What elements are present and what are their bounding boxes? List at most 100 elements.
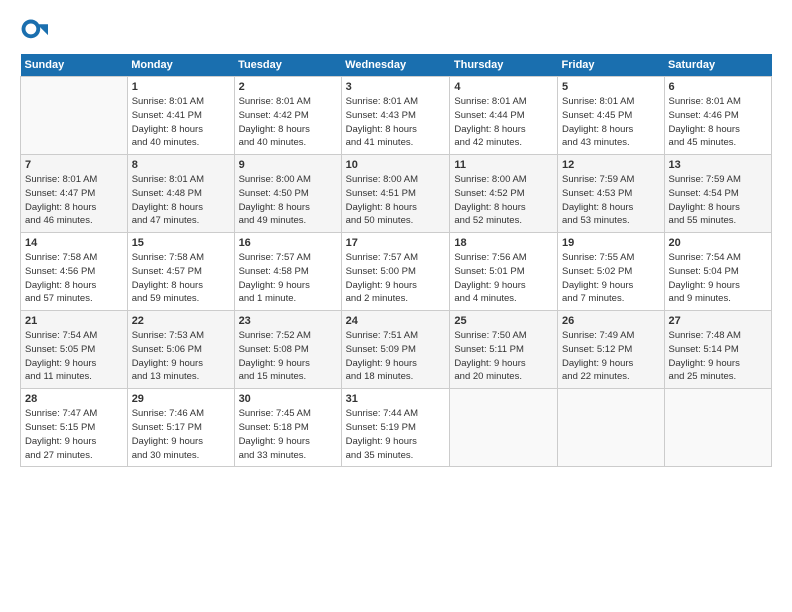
- calendar-cell: 15 Sunrise: 7:58 AM Sunset: 4:57 PM Dayli…: [127, 233, 234, 311]
- calendar-cell: 16 Sunrise: 7:57 AM Sunset: 4:58 PM Dayli…: [234, 233, 341, 311]
- day-info: Sunrise: 7:58 AM Sunset: 4:57 PM Dayligh…: [132, 251, 230, 306]
- calendar-cell: 13 Sunrise: 7:59 AM Sunset: 4:54 PM Dayli…: [664, 155, 771, 233]
- day-info: Sunrise: 8:00 AM Sunset: 4:52 PM Dayligh…: [454, 173, 553, 228]
- day-info: Sunrise: 7:54 AM Sunset: 5:04 PM Dayligh…: [669, 251, 767, 306]
- header: [20, 18, 772, 46]
- col-header-thursday: Thursday: [450, 54, 558, 77]
- calendar-cell: 18Sunrise: 7:56 AM Sunset: 5:01 PM Dayli…: [450, 233, 558, 311]
- day-info: Sunrise: 8:01 AM Sunset: 4:46 PM Dayligh…: [669, 95, 767, 150]
- day-info: Sunrise: 7:45 AM Sunset: 5:18 PM Dayligh…: [239, 407, 337, 462]
- calendar-cell: 19 Sunrise: 7:55 AM Sunset: 5:02 PM Dayli…: [558, 233, 665, 311]
- day-number: 24: [346, 315, 446, 327]
- day-number: 1: [132, 81, 230, 93]
- week-row-2: 7Sunrise: 8:01 AM Sunset: 4:47 PM Daylig…: [21, 155, 772, 233]
- calendar-cell: 22 Sunrise: 7:53 AM Sunset: 5:06 PM Dayli…: [127, 311, 234, 389]
- day-number: 25: [454, 315, 553, 327]
- day-info: Sunrise: 7:57 AM Sunset: 5:00 PM Dayligh…: [346, 251, 446, 306]
- day-number: 5: [562, 81, 660, 93]
- calendar-cell: 25 Sunrise: 7:50 AM Sunset: 5:11 PM Dayli…: [450, 311, 558, 389]
- day-info: Sunrise: 8:00 AM Sunset: 4:50 PM Dayligh…: [239, 173, 337, 228]
- day-info: Sunrise: 7:57 AM Sunset: 4:58 PM Dayligh…: [239, 251, 337, 306]
- day-info: Sunrise: 7:46 AM Sunset: 5:17 PM Dayligh…: [132, 407, 230, 462]
- week-row-1: 1Sunrise: 8:01 AM Sunset: 4:41 PM Daylig…: [21, 77, 772, 155]
- day-info: Sunrise: 7:50 AM Sunset: 5:11 PM Dayligh…: [454, 329, 553, 384]
- calendar-cell: 2 Sunrise: 8:01 AM Sunset: 4:42 PM Daylig…: [234, 77, 341, 155]
- col-header-monday: Monday: [127, 54, 234, 77]
- calendar-cell: 21 Sunrise: 7:54 AM Sunset: 5:05 PM Dayli…: [21, 311, 128, 389]
- day-info: Sunrise: 7:44 AM Sunset: 5:19 PM Dayligh…: [346, 407, 446, 462]
- day-number: 26: [562, 315, 660, 327]
- day-number: 11: [454, 159, 553, 171]
- calendar-cell: 11 Sunrise: 8:00 AM Sunset: 4:52 PM Dayli…: [450, 155, 558, 233]
- week-row-3: 14Sunrise: 7:58 AM Sunset: 4:56 PM Dayli…: [21, 233, 772, 311]
- calendar-cell: 6Sunrise: 8:01 AM Sunset: 4:46 PM Daylig…: [664, 77, 771, 155]
- calendar-cell: 10 Sunrise: 8:00 AM Sunset: 4:51 PM Dayli…: [341, 155, 450, 233]
- day-number: 22: [132, 315, 230, 327]
- calendar-cell: 12Sunrise: 7:59 AM Sunset: 4:53 PM Dayli…: [558, 155, 665, 233]
- day-info: Sunrise: 8:01 AM Sunset: 4:45 PM Dayligh…: [562, 95, 660, 150]
- day-info: Sunrise: 8:01 AM Sunset: 4:47 PM Dayligh…: [25, 173, 123, 228]
- day-number: 15: [132, 237, 230, 249]
- day-number: 13: [669, 159, 767, 171]
- calendar-cell: [558, 389, 665, 467]
- calendar-cell: 26Sunrise: 7:49 AM Sunset: 5:12 PM Dayli…: [558, 311, 665, 389]
- day-info: Sunrise: 7:48 AM Sunset: 5:14 PM Dayligh…: [669, 329, 767, 384]
- calendar-cell: 20 Sunrise: 7:54 AM Sunset: 5:04 PM Dayli…: [664, 233, 771, 311]
- calendar-cell: 27 Sunrise: 7:48 AM Sunset: 5:14 PM Dayli…: [664, 311, 771, 389]
- calendar-table: SundayMondayTuesdayWednesdayThursdayFrid…: [20, 54, 772, 467]
- calendar-cell: 8 Sunrise: 8:01 AM Sunset: 4:48 PM Daylig…: [127, 155, 234, 233]
- page: SundayMondayTuesdayWednesdayThursdayFrid…: [0, 0, 792, 612]
- day-number: 21: [25, 315, 123, 327]
- day-info: Sunrise: 8:00 AM Sunset: 4:51 PM Dayligh…: [346, 173, 446, 228]
- calendar-cell: 3Sunrise: 8:01 AM Sunset: 4:43 PM Daylig…: [341, 77, 450, 155]
- day-info: Sunrise: 7:54 AM Sunset: 5:05 PM Dayligh…: [25, 329, 123, 384]
- day-info: Sunrise: 7:53 AM Sunset: 5:06 PM Dayligh…: [132, 329, 230, 384]
- calendar-cell: 9Sunrise: 8:00 AM Sunset: 4:50 PM Daylig…: [234, 155, 341, 233]
- calendar-cell: 30 Sunrise: 7:45 AM Sunset: 5:18 PM Dayli…: [234, 389, 341, 467]
- day-number: 10: [346, 159, 446, 171]
- day-number: 8: [132, 159, 230, 171]
- calendar-cell: 5 Sunrise: 8:01 AM Sunset: 4:45 PM Daylig…: [558, 77, 665, 155]
- day-number: 23: [239, 315, 337, 327]
- day-info: Sunrise: 7:47 AM Sunset: 5:15 PM Dayligh…: [25, 407, 123, 462]
- day-number: 27: [669, 315, 767, 327]
- day-info: Sunrise: 8:01 AM Sunset: 4:48 PM Dayligh…: [132, 173, 230, 228]
- calendar-cell: [664, 389, 771, 467]
- col-header-wednesday: Wednesday: [341, 54, 450, 77]
- day-number: 17: [346, 237, 446, 249]
- day-number: 16: [239, 237, 337, 249]
- calendar-cell: 28 Sunrise: 7:47 AM Sunset: 5:15 PM Dayli…: [21, 389, 128, 467]
- day-number: 28: [25, 393, 123, 405]
- calendar-cell: 23 Sunrise: 7:52 AM Sunset: 5:08 PM Dayli…: [234, 311, 341, 389]
- day-info: Sunrise: 7:56 AM Sunset: 5:01 PM Dayligh…: [454, 251, 553, 306]
- calendar-cell: 31 Sunrise: 7:44 AM Sunset: 5:19 PM Dayli…: [341, 389, 450, 467]
- calendar-cell: [21, 77, 128, 155]
- calendar-cell: 24 Sunrise: 7:51 AM Sunset: 5:09 PM Dayli…: [341, 311, 450, 389]
- week-row-5: 28 Sunrise: 7:47 AM Sunset: 5:15 PM Dayli…: [21, 389, 772, 467]
- day-number: 20: [669, 237, 767, 249]
- calendar-header: SundayMondayTuesdayWednesdayThursdayFrid…: [21, 54, 772, 77]
- col-header-friday: Friday: [558, 54, 665, 77]
- day-number: 30: [239, 393, 337, 405]
- day-info: Sunrise: 7:51 AM Sunset: 5:09 PM Dayligh…: [346, 329, 446, 384]
- calendar-cell: 7Sunrise: 8:01 AM Sunset: 4:47 PM Daylig…: [21, 155, 128, 233]
- day-number: 19: [562, 237, 660, 249]
- logo-icon: [20, 18, 48, 46]
- calendar-cell: 1Sunrise: 8:01 AM Sunset: 4:41 PM Daylig…: [127, 77, 234, 155]
- day-info: Sunrise: 7:59 AM Sunset: 4:54 PM Dayligh…: [669, 173, 767, 228]
- day-number: 2: [239, 81, 337, 93]
- day-info: Sunrise: 8:01 AM Sunset: 4:43 PM Dayligh…: [346, 95, 446, 150]
- day-number: 31: [346, 393, 446, 405]
- day-info: Sunrise: 7:59 AM Sunset: 4:53 PM Dayligh…: [562, 173, 660, 228]
- header-row: SundayMondayTuesdayWednesdayThursdayFrid…: [21, 54, 772, 77]
- day-info: Sunrise: 8:01 AM Sunset: 4:44 PM Dayligh…: [454, 95, 553, 150]
- day-info: Sunrise: 7:52 AM Sunset: 5:08 PM Dayligh…: [239, 329, 337, 384]
- day-number: 4: [454, 81, 553, 93]
- day-number: 29: [132, 393, 230, 405]
- logo: [20, 18, 52, 46]
- calendar-cell: [450, 389, 558, 467]
- day-info: Sunrise: 8:01 AM Sunset: 4:42 PM Dayligh…: [239, 95, 337, 150]
- calendar-cell: 14Sunrise: 7:58 AM Sunset: 4:56 PM Dayli…: [21, 233, 128, 311]
- calendar-cell: 17 Sunrise: 7:57 AM Sunset: 5:00 PM Dayli…: [341, 233, 450, 311]
- day-info: Sunrise: 7:55 AM Sunset: 5:02 PM Dayligh…: [562, 251, 660, 306]
